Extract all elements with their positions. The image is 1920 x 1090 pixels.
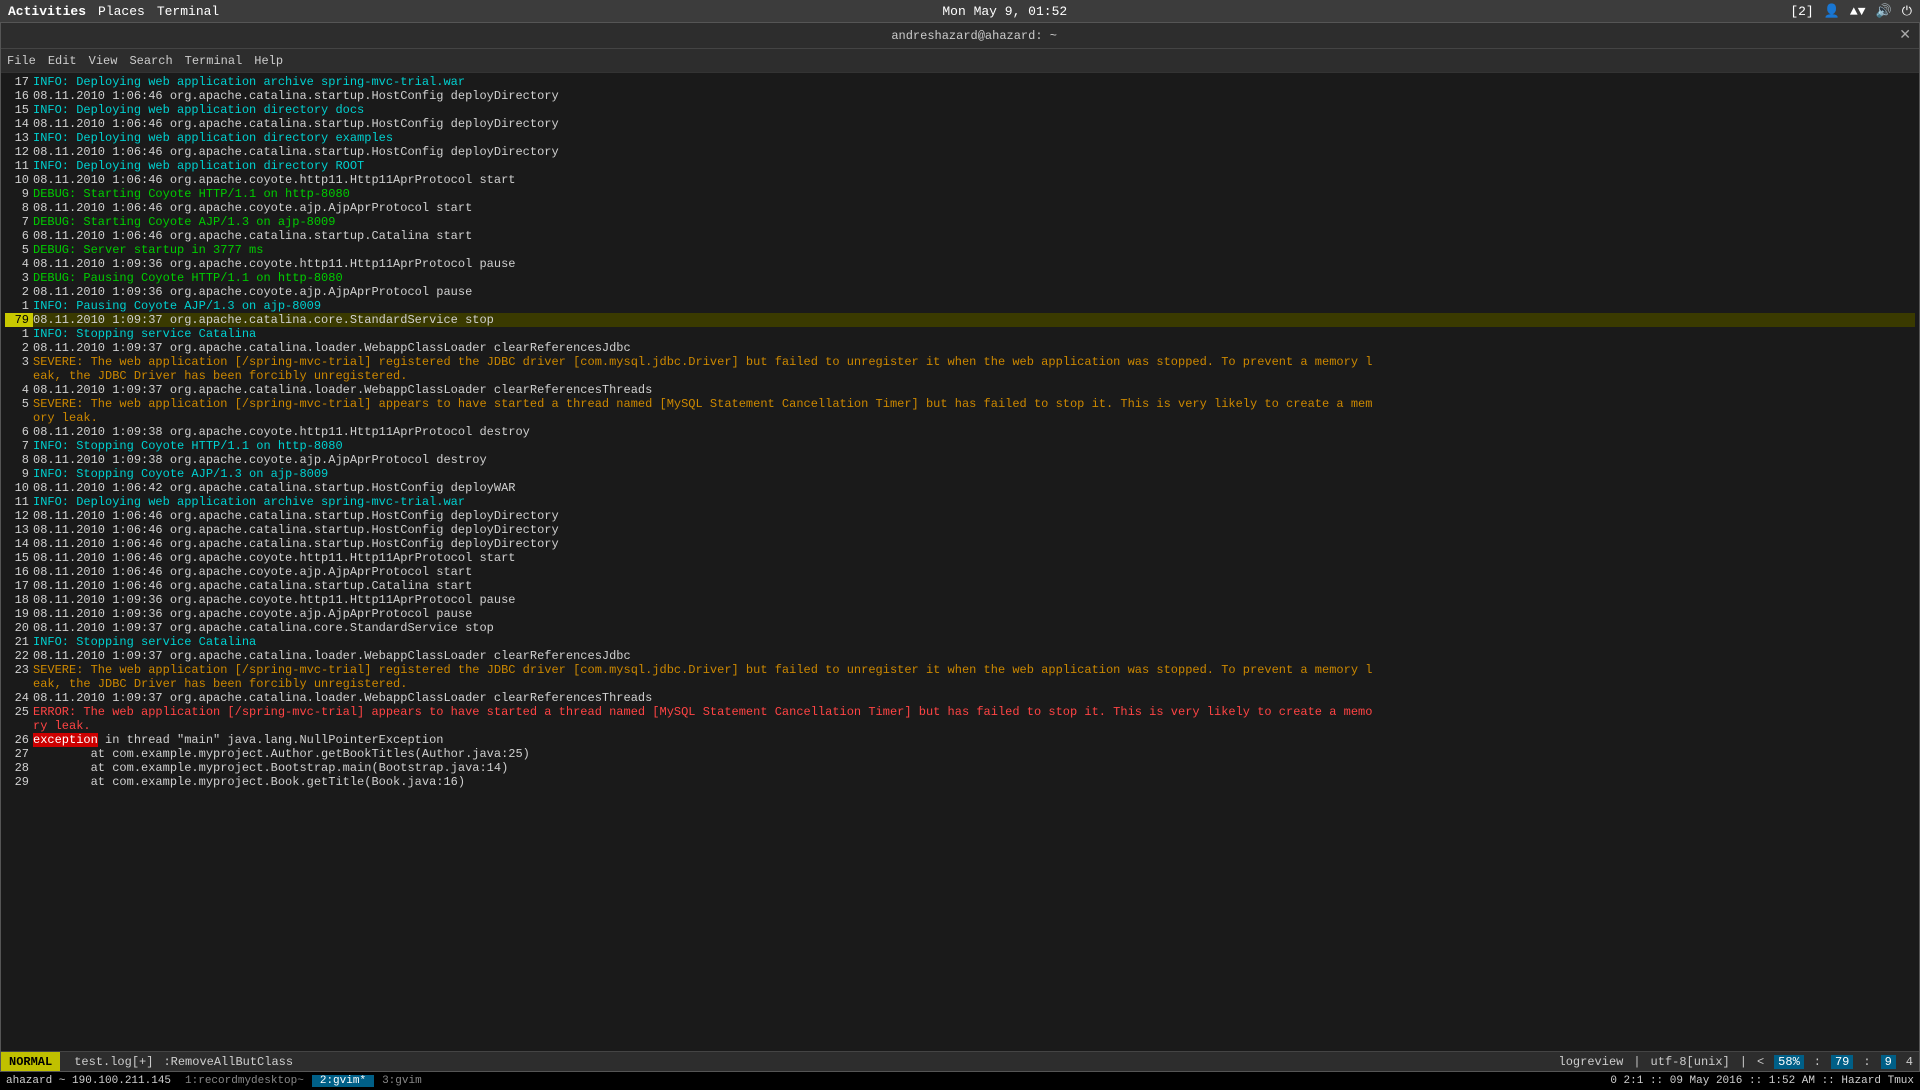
vim-line: 79: [1831, 1055, 1853, 1069]
log-line-11: 7 DEBUG: Starting Coyote AJP/1.3 on ajp-…: [5, 215, 1915, 229]
log-line-25: 6 08.11.2010 1:09:38 org.apache.coyote.h…: [5, 425, 1915, 439]
log-line-13: 5 DEBUG: Server startup in 3777 ms: [5, 243, 1915, 257]
tmux-windows: 1:recordmydesktop~ 2:gvim* 3:gvim: [177, 1075, 430, 1087]
menu-view[interactable]: View: [89, 54, 118, 68]
log-line-47: 27 at com.example.myproject.Author.getBo…: [5, 747, 1915, 761]
terminal-menu[interactable]: Terminal: [157, 4, 219, 19]
tmux-window-2[interactable]: 2:gvim*: [312, 1075, 374, 1087]
log-line-39: 20 08.11.2010 1:09:37 org.apache.catalin…: [5, 621, 1915, 635]
menu-edit[interactable]: Edit: [48, 54, 77, 68]
log-line-30: 11 INFO: Deploying web application archi…: [5, 495, 1915, 509]
log-line-26: 7 INFO: Stopping Coyote HTTP/1.1 on http…: [5, 439, 1915, 453]
log-line-6: 12 08.11.2010 1:06:46 org.apache.catalin…: [5, 145, 1915, 159]
vim-encoding: utf-8[unix]: [1651, 1055, 1730, 1069]
log-line-42: 23 SEVERE: The web application [/spring-…: [5, 663, 1915, 677]
log-line-10: 8 08.11.2010 1:06:46 org.apache.coyote.a…: [5, 201, 1915, 215]
vim-logreview: logreview: [1559, 1055, 1624, 1069]
log-line-18: 1 INFO: Stopping service Catalina: [5, 327, 1915, 341]
log-line-34: 15 08.11.2010 1:06:46 org.apache.coyote.…: [5, 551, 1915, 565]
log-line-exception: 26 exception in thread "main" java.lang.…: [5, 733, 1915, 747]
log-line-31: 12 08.11.2010 1:06:46 org.apache.catalin…: [5, 509, 1915, 523]
log-line-23: 5 SEVERE: The web application [/spring-m…: [5, 397, 1915, 411]
log-line-22: 4 08.11.2010 1:09:37 org.apache.catalina…: [5, 383, 1915, 397]
places-menu[interactable]: Places: [98, 4, 145, 19]
log-line-7: 11 INFO: Deploying web application direc…: [5, 159, 1915, 173]
log-line-20: 3 SEVERE: The web application [/spring-m…: [5, 355, 1915, 369]
menu-search[interactable]: Search: [129, 54, 172, 68]
log-line-19: 2 08.11.2010 1:09:37 org.apache.catalina…: [5, 341, 1915, 355]
log-line-current: 79 08.11.2010 1:09:37 org.apache.catalin…: [5, 313, 1915, 327]
log-line-40: 21 INFO: Stopping service Catalina: [5, 635, 1915, 649]
sound-icon: 🔊: [1876, 4, 1892, 19]
terminal-title: andreshazard@ahazard: ~: [49, 29, 1899, 43]
system-bar: Activities Places Terminal Mon May 9, 01…: [0, 0, 1920, 22]
vim-mode: NORMAL: [1, 1052, 60, 1071]
vim-separator2: |: [1740, 1055, 1747, 1069]
vim-status-bar: NORMAL test.log[+] :RemoveAllButClass lo…: [1, 1051, 1919, 1071]
menu-help[interactable]: Help: [254, 54, 283, 68]
log-line-4: 14 08.11.2010 1:06:46 org.apache.catalin…: [5, 117, 1915, 131]
log-line-37: 18 08.11.2010 1:09:36 org.apache.coyote.…: [5, 593, 1915, 607]
terminal-menubar: File Edit View Search Terminal Help: [1, 49, 1919, 73]
log-line-12: 6 08.11.2010 1:06:46 org.apache.catalina…: [5, 229, 1915, 243]
log-line-41: 22 08.11.2010 1:09:37 org.apache.catalin…: [5, 649, 1915, 663]
tmux-right-info: 0 2:1 :: 09 May 2016 :: 1:52 AM :: Hazar…: [1604, 1075, 1920, 1087]
log-line-49: 29 at com.example.myproject.Book.getTitl…: [5, 775, 1915, 789]
log-line-17: 1 INFO: Pausing Coyote AJP/1.3 on ajp-80…: [5, 299, 1915, 313]
log-line-16: 2 08.11.2010 1:09:36 org.apache.coyote.a…: [5, 285, 1915, 299]
log-line-44: 24 08.11.2010 1:09:37 org.apache.catalin…: [5, 691, 1915, 705]
terminal-titlebar: andreshazard@ahazard: ~ ✕: [1, 23, 1919, 49]
vim-filename: test.log[+]: [68, 1055, 159, 1069]
menu-file[interactable]: File: [7, 54, 36, 68]
log-line-15: 3 DEBUG: Pausing Coyote HTTP/1.1 on http…: [5, 271, 1915, 285]
datetime: Mon May 9, 01:52: [942, 4, 1067, 19]
log-line-14: 4 08.11.2010 1:09:36 org.apache.coyote.h…: [5, 257, 1915, 271]
tmux-session-info: ahazard ~ 190.100.211.145: [0, 1075, 177, 1087]
network-icon: ▲▼: [1850, 4, 1866, 19]
window-count: [2]: [1790, 4, 1813, 19]
vim-extra: 4: [1906, 1055, 1913, 1069]
log-line-28: 9 INFO: Stopping Coyote AJP/1.3 on ajp-8…: [5, 467, 1915, 481]
log-line-43: eak, the JDBC Driver has been forcibly u…: [5, 677, 1915, 691]
log-line-2: 16 08.11.2010 1:06:46 org.apache.catalin…: [5, 89, 1915, 103]
power-icon[interactable]: ⏻: [1902, 4, 1912, 19]
log-line-1: 17 INFO: Deploying web application archi…: [5, 75, 1915, 89]
person-icon: 👤: [1824, 4, 1840, 19]
vim-col: 9: [1881, 1055, 1896, 1069]
log-line-48: 28 at com.example.myproject.Bootstrap.ma…: [5, 761, 1915, 775]
vim-separator3: :: [1814, 1055, 1821, 1069]
log-line-32: 13 08.11.2010 1:06:46 org.apache.catalin…: [5, 523, 1915, 537]
log-line-21: eak, the JDBC Driver has been forcibly u…: [5, 369, 1915, 383]
vim-arrow-left: <: [1757, 1055, 1764, 1069]
log-line-35: 16 08.11.2010 1:06:46 org.apache.coyote.…: [5, 565, 1915, 579]
tmux-bar: ahazard ~ 190.100.211.145 1:recordmydesk…: [0, 1072, 1920, 1090]
activities-menu[interactable]: Activities: [8, 4, 86, 19]
tmux-window-3[interactable]: 3:gvim: [374, 1075, 430, 1087]
log-line-29: 10 08.11.2010 1:06:42 org.apache.catalin…: [5, 481, 1915, 495]
vim-cmdline[interactable]: :RemoveAllButClass: [159, 1055, 297, 1069]
vim-percent: 58%: [1774, 1055, 1804, 1069]
log-line-3: 15 INFO: Deploying web application direc…: [5, 103, 1915, 117]
terminal-content[interactable]: 17 INFO: Deploying web application archi…: [1, 73, 1919, 1051]
vim-separator4: :: [1863, 1055, 1870, 1069]
log-line-24: ory leak.: [5, 411, 1915, 425]
log-line-27: 8 08.11.2010 1:09:38 org.apache.coyote.a…: [5, 453, 1915, 467]
menu-terminal[interactable]: Terminal: [185, 54, 243, 68]
log-line-46: ry leak.: [5, 719, 1915, 733]
log-line-38: 19 08.11.2010 1:09:36 org.apache.coyote.…: [5, 607, 1915, 621]
log-line-45: 25 ERROR: The web application [/spring-m…: [5, 705, 1915, 719]
log-line-33: 14 08.11.2010 1:06:46 org.apache.catalin…: [5, 537, 1915, 551]
log-line-5: 13 INFO: Deploying web application direc…: [5, 131, 1915, 145]
log-line-8: 10 08.11.2010 1:06:46 org.apache.coyote.…: [5, 173, 1915, 187]
tmux-window-1[interactable]: 1:recordmydesktop~: [177, 1075, 312, 1087]
log-line-36: 17 08.11.2010 1:06:46 org.apache.catalin…: [5, 579, 1915, 593]
log-line-9: 9 DEBUG: Starting Coyote HTTP/1.1 on htt…: [5, 187, 1915, 201]
terminal-window: andreshazard@ahazard: ~ ✕ File Edit View…: [0, 22, 1920, 1072]
close-button[interactable]: ✕: [1899, 27, 1911, 44]
vim-separator1: |: [1633, 1055, 1640, 1069]
